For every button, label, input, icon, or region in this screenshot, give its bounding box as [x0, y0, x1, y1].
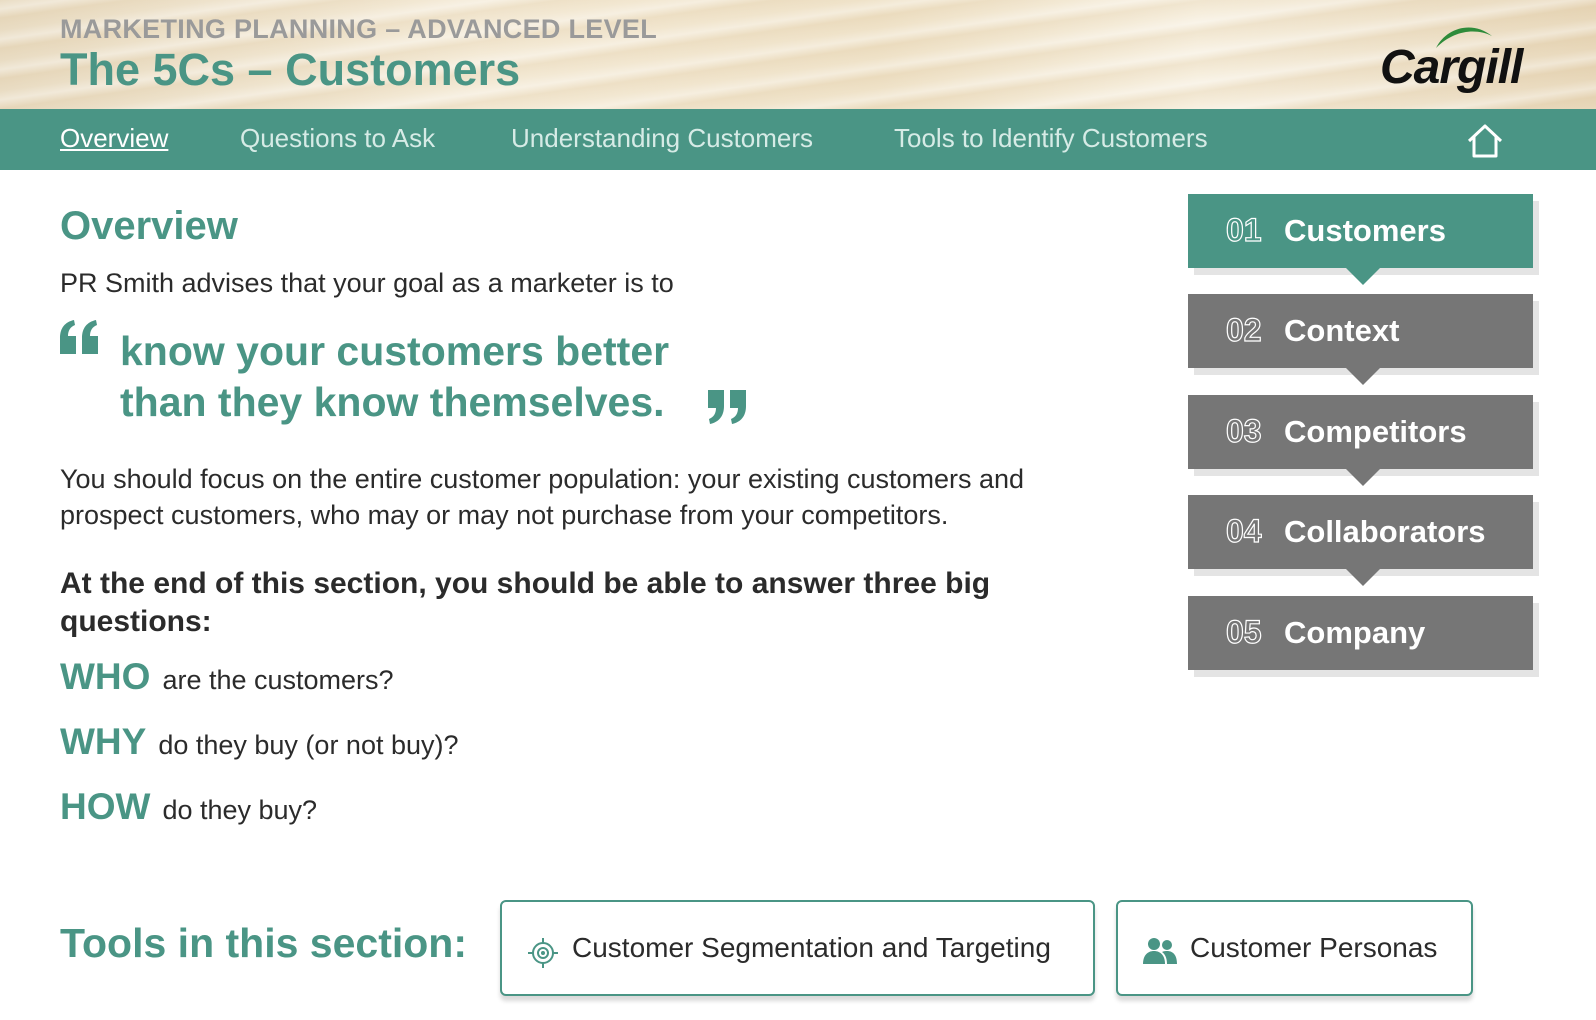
quote-line: than they know themselves.	[120, 379, 665, 425]
section-heading: Overview	[60, 204, 238, 248]
question-text: do they buy (or not buy)?	[158, 730, 459, 760]
header-banner: MARKETING PLANNING – ADVANCED LEVEL The …	[0, 0, 1596, 109]
cargill-logo: Cargill	[1380, 22, 1540, 94]
card-pointer	[1346, 368, 1380, 385]
tool-label: Customer Personas	[1190, 932, 1438, 963]
section-card-collaborators[interactable]: 04 Collaborators	[1188, 495, 1533, 586]
top-nav: Overview Questions to Ask Understanding …	[0, 109, 1596, 170]
intro-text: PR Smith advises that your goal as a mar…	[60, 268, 674, 298]
tool-label: Customer Segmentation and Targeting	[572, 932, 1051, 963]
people-icon	[1142, 936, 1178, 971]
question-who: WHO are the customers?	[60, 656, 394, 698]
customer-segmentation-button[interactable]: Customer Segmentation and Targeting	[500, 900, 1095, 996]
card-pointer	[1346, 268, 1380, 285]
question-keyword: WHO	[60, 656, 151, 697]
section-label: Context	[1284, 313, 1400, 348]
card-pointer	[1346, 569, 1380, 586]
tab-understanding-customers[interactable]: Understanding Customers	[511, 123, 813, 154]
card-pointer	[1346, 469, 1380, 486]
question-text: do they buy?	[162, 795, 318, 825]
tab-tools-to-identify-customers[interactable]: Tools to Identify Customers	[894, 123, 1208, 154]
section-label: Customers	[1284, 213, 1446, 248]
tab-questions-to-ask[interactable]: Questions to Ask	[240, 123, 435, 154]
section-card-competitors[interactable]: 03 Competitors	[1188, 395, 1533, 486]
customer-personas-button[interactable]: Customer Personas	[1116, 900, 1473, 996]
section-number: 01	[1225, 211, 1262, 248]
section-number: 03	[1225, 412, 1262, 449]
section-card-company[interactable]: 05 Company	[1188, 596, 1533, 670]
tools-heading: Tools in this section:	[60, 920, 467, 966]
question-why: WHY do they buy (or not buy)?	[60, 721, 459, 763]
question-keyword: WHY	[60, 721, 147, 762]
section-label: Company	[1284, 615, 1426, 650]
open-quote-icon	[58, 318, 102, 361]
section-card-customers[interactable]: 01 Customers	[1188, 194, 1533, 285]
section-label: Competitors	[1284, 414, 1467, 449]
questions-intro: At the end of this section, you should b…	[60, 567, 991, 638]
pull-quote: know your customers better than they kno…	[120, 326, 669, 428]
question-text: are the customers?	[162, 665, 394, 695]
section-card-context[interactable]: 02 Context	[1188, 294, 1533, 385]
section-number: 02	[1225, 311, 1262, 348]
section-number: 05	[1225, 613, 1262, 650]
course-supertitle: MARKETING PLANNING – ADVANCED LEVEL	[60, 14, 658, 44]
quote-line: know your customers better	[120, 328, 670, 374]
tab-overview[interactable]: Overview	[60, 123, 168, 154]
home-icon[interactable]	[1466, 123, 1504, 164]
section-label: Collaborators	[1284, 514, 1486, 549]
close-quote-icon	[706, 388, 750, 431]
question-keyword: HOW	[60, 786, 151, 827]
population-paragraph: You should focus on the entire customer …	[60, 464, 1025, 530]
page-title: The 5Cs – Customers	[60, 44, 521, 95]
section-number: 04	[1225, 512, 1262, 549]
logo-wordmark: Cargill	[1380, 41, 1523, 94]
target-icon	[526, 936, 560, 975]
question-how: HOW do they buy?	[60, 786, 317, 828]
